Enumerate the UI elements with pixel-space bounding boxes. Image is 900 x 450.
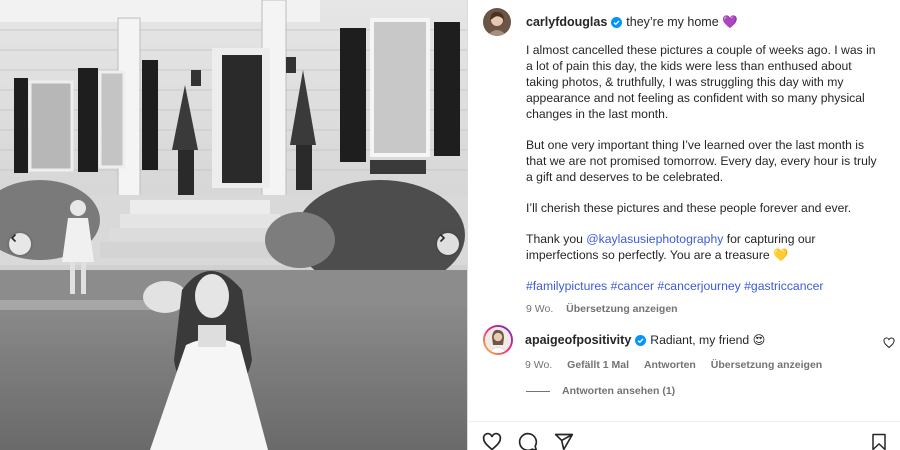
post-action-bar: [482, 432, 590, 450]
post-age[interactable]: 9 Wo.: [526, 303, 553, 315]
caption-meta: 9 Wo. Übersetzung anzeigen: [526, 301, 881, 317]
caption-paragraph: I’ll cherish these pictures and these pe…: [526, 201, 852, 215]
carousel-prev-button[interactable]: [9, 233, 31, 255]
comment-icon[interactable]: [518, 432, 538, 450]
commenter-avatar-image: [485, 327, 511, 353]
comment-reply-button[interactable]: Antworten: [644, 359, 696, 371]
view-replies-button[interactable]: Antworten ansehen (1): [526, 385, 675, 397]
caption-paragraph: But one very important thing I’ve learne…: [526, 138, 877, 184]
comment-meta: 9 Wo. Gefällt 1 Mal Antworten Übersetzun…: [525, 359, 898, 371]
comment-likes-count[interactable]: Gefällt 1 Mal: [567, 359, 629, 371]
author-avatar[interactable]: [483, 8, 511, 36]
photographer-mention-link[interactable]: @kaylasusiephotography: [586, 232, 723, 246]
share-icon[interactable]: [554, 432, 574, 450]
comment-age[interactable]: 9 Wo.: [525, 359, 552, 371]
hashtag-list: #familypictures #cancer #cancerjourney #…: [526, 278, 881, 294]
caption-header: carlyfdouglas they’re my home 💜: [483, 8, 893, 36]
carousel-next-button[interactable]: [437, 233, 459, 255]
commenter-avatar[interactable]: [483, 325, 513, 355]
heart-icon[interactable]: [482, 432, 502, 450]
hashtag-link[interactable]: #gastriccancer: [744, 279, 823, 293]
comment-translate-button[interactable]: Übersetzung anzeigen: [711, 359, 822, 371]
author-avatar-image: [483, 8, 511, 36]
caption-paragraph: I almost cancelled these pictures a coup…: [526, 43, 876, 121]
post-caption: carlyfdouglas they’re my home 💜 I almost…: [483, 8, 893, 317]
bookmark-icon[interactable]: [870, 432, 888, 450]
caption-body: I almost cancelled these pictures a coup…: [526, 42, 881, 317]
comment-row: apaigeofpositivity Radiant, my friend 😍: [483, 325, 898, 355]
hashtag-link[interactable]: #cancerjourney: [657, 279, 740, 293]
view-replies-line: [526, 390, 550, 392]
thanks-prefix: Thank you: [526, 232, 587, 246]
photo-scene: [0, 0, 467, 450]
translate-caption-button[interactable]: Übersetzung anzeigen: [566, 303, 677, 315]
post-photo[interactable]: [0, 0, 467, 450]
view-replies-label: Antworten ansehen (1): [562, 385, 676, 397]
comment-item: apaigeofpositivity Radiant, my friend 😍 …: [483, 325, 898, 371]
comment-like-heart-icon[interactable]: [883, 337, 895, 349]
author-username[interactable]: carlyfdouglas: [526, 15, 607, 29]
commenter-username[interactable]: apaigeofpositivity: [525, 333, 631, 347]
verified-badge-icon: [611, 16, 623, 28]
hashtag-link[interactable]: #familypictures: [526, 279, 607, 293]
verified-badge-icon: [635, 334, 647, 346]
caption-title: they’re my home 💜: [626, 14, 738, 29]
post-details-panel: carlyfdouglas they’re my home 💜 I almost…: [467, 0, 900, 450]
actions-divider: [468, 421, 900, 422]
chevron-right-icon: [439, 233, 446, 243]
hashtag-link[interactable]: #cancer: [611, 279, 654, 293]
chevron-left-icon: [10, 233, 17, 243]
comment-text: Radiant, my friend 😍: [650, 333, 766, 347]
caption-thanks: Thank you @kaylasusiephotography for cap…: [526, 231, 881, 263]
